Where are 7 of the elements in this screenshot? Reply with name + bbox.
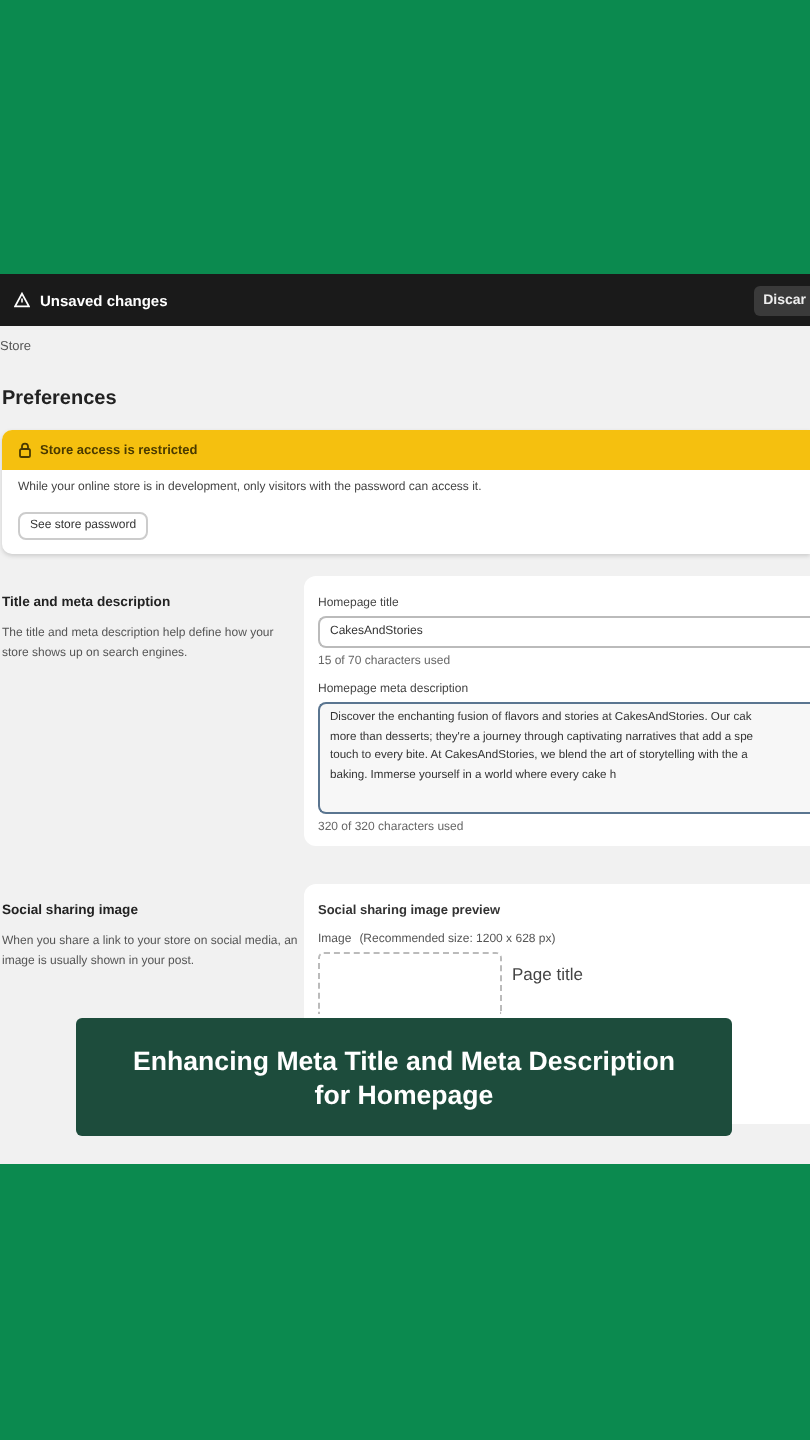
caption-line: Enhancing Meta Title and Meta Description	[133, 1043, 675, 1077]
image-dropzone[interactable]	[318, 952, 502, 1014]
caption-line: for Homepage	[314, 1077, 494, 1111]
warning-icon	[14, 292, 30, 308]
preview-page-title: Page title	[512, 964, 583, 988]
page-title: Preferences	[2, 388, 119, 410]
lock-icon	[18, 442, 32, 458]
